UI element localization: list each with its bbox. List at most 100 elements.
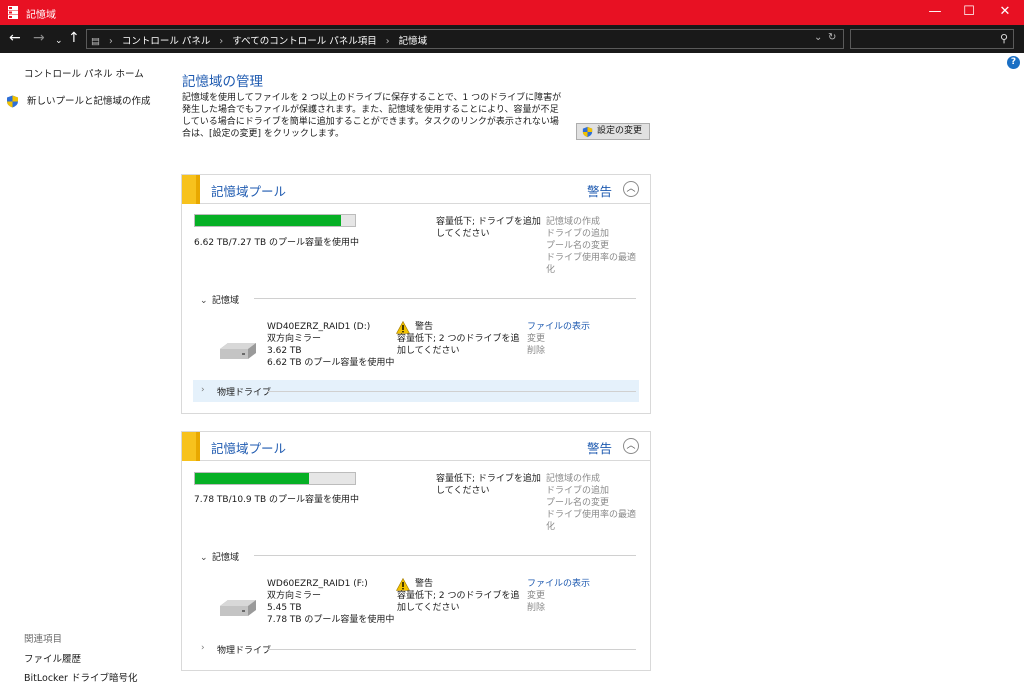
expand-chevron-icon: ⌄	[200, 553, 208, 563]
space-name: WD60EZRZ_RAID1 (F:)	[267, 579, 368, 589]
optimize-drive-usage-link[interactable]: ドライブ使用率の最適化	[546, 252, 636, 276]
search-input[interactable]: ⚲	[850, 29, 1014, 49]
help-icon[interactable]: ?	[1007, 56, 1020, 69]
storage-space-info: WD60EZRZ_RAID1 (F:) 双方向ミラー 5.45 TB 7.78 …	[267, 578, 394, 626]
physical-drives-row[interactable]: › 物理ドライブ	[193, 638, 639, 660]
maximize-button[interactable]: ☐	[952, 0, 986, 25]
pool-actions: 記憶域の作成 ドライブの追加 プール名の変更 ドライブ使用率の最適化	[546, 216, 636, 276]
file-history-link[interactable]: ファイル履歴	[24, 651, 81, 665]
change-settings-button[interactable]: 設定の変更	[576, 123, 650, 140]
space-usage: 7.78 TB のプール容量を使用中	[267, 615, 395, 625]
hard-drive-icon	[220, 600, 256, 616]
pool-usage-bar	[194, 472, 356, 485]
optimize-drive-usage-link[interactable]: ドライブ使用率の最適化	[546, 509, 636, 533]
hard-drive-icon	[220, 343, 256, 359]
physical-drives-row[interactable]: › 物理ドライブ	[193, 380, 639, 402]
storage-spaces-icon	[8, 6, 18, 19]
address-bar: ← → ⌄ ↑ ▤ › コントロール パネル › すべてのコントロール パネル項…	[0, 25, 1024, 53]
space-resiliency: 双方向ミラー	[267, 591, 322, 601]
back-arrow-icon[interactable]: ←	[9, 30, 21, 46]
spaces-section-header[interactable]: ⌄ 記憶域	[200, 550, 239, 563]
title-bar: 記憶域 — ☐ ✕	[0, 0, 1024, 25]
delete-space-link[interactable]: 削除	[527, 602, 590, 614]
create-space-link[interactable]: 記憶域の作成	[546, 473, 636, 485]
space-actions: ファイルの表示 変更 削除	[527, 321, 590, 357]
search-icon[interactable]: ⚲	[1000, 32, 1008, 45]
divider	[254, 555, 636, 556]
new-pool-label: 新しいプールと記憶域の作成	[27, 96, 151, 107]
space-status: 警告 容量低下; 2 つのドライブを追加してください	[397, 578, 527, 614]
uac-shield-icon	[582, 126, 593, 138]
breadcrumb-separator-icon: ›	[109, 36, 113, 47]
pool-status-stripe-edge	[196, 432, 200, 461]
collapse-chevron-icon[interactable]: ︿	[623, 181, 639, 197]
control-panel-home-link[interactable]: コントロール パネル ホーム	[24, 66, 144, 80]
bitlocker-link[interactable]: BitLocker ドライブ暗号化	[24, 670, 137, 684]
uac-shield-icon	[7, 95, 18, 108]
space-warning-text: 容量低下; 2 つのドライブを追加してください	[397, 334, 520, 356]
space-resiliency: 双方向ミラー	[267, 334, 322, 344]
close-button[interactable]: ✕	[988, 0, 1022, 25]
pool-header: 記憶域プール 警告 ︿	[182, 432, 650, 461]
forward-arrow-icon[interactable]: →	[33, 30, 45, 46]
space-usage: 6.62 TB のプール容量を使用中	[267, 358, 395, 368]
pool-usage-bar	[194, 214, 356, 227]
divider	[254, 298, 636, 299]
storage-space-info: WD40EZRZ_RAID1 (D:) 双方向ミラー 3.62 TB 6.62 …	[267, 321, 394, 369]
storage-pool-panel: 記憶域プール 警告 ︿ 7.78 TB/10.9 TB のプール容量を使用中 容…	[181, 431, 651, 671]
breadcrumb-control-panel[interactable]: コントロール パネル	[122, 36, 211, 47]
rename-pool-link[interactable]: プール名の変更	[546, 497, 636, 509]
view-files-link[interactable]: ファイルの表示	[527, 578, 590, 590]
address-dropdown-icon[interactable]: ⌄	[814, 32, 822, 43]
space-status: 警告 容量低下; 2 つのドライブを追加してください	[397, 321, 527, 357]
window-title: 記憶域	[26, 10, 56, 21]
new-pool-link[interactable]: 新しいプールと記憶域の作成	[6, 93, 151, 108]
refresh-icon[interactable]: ↻	[828, 32, 836, 43]
space-warning-label: 警告	[415, 579, 434, 589]
create-space-link[interactable]: 記憶域の作成	[546, 216, 636, 228]
add-drives-link[interactable]: ドライブの追加	[546, 485, 636, 497]
related-title: 関連項目	[24, 634, 63, 645]
breadcrumb-separator-icon: ›	[219, 36, 224, 47]
expand-chevron-icon: ›	[201, 385, 205, 395]
pool-warning-label: 警告	[587, 441, 613, 456]
delete-space-link[interactable]: 削除	[527, 345, 590, 357]
pool-title: 記憶域プール	[211, 184, 287, 199]
pool-status-text: 容量低下; ドライブを追加してください	[436, 217, 541, 239]
space-name: WD40EZRZ_RAID1 (D:)	[267, 322, 371, 332]
breadcrumb-all-items[interactable]: すべてのコントロール パネル項目	[232, 36, 376, 47]
page-description: 記憶域を使用してファイルを 2 つ以上のドライブに保存することで、1 つのドライ…	[182, 93, 562, 139]
rename-pool-link[interactable]: プール名の変更	[546, 240, 636, 252]
up-arrow-icon[interactable]: ↑	[68, 30, 80, 46]
page-title: 記憶域の管理	[182, 74, 263, 90]
breadcrumb-separator-icon: ›	[385, 36, 390, 47]
pool-status-stripe-edge	[196, 175, 200, 204]
collapse-chevron-icon[interactable]: ︿	[623, 438, 639, 454]
pool-title: 記憶域プール	[211, 441, 287, 456]
view-files-link[interactable]: ファイルの表示	[527, 321, 590, 333]
add-drives-link[interactable]: ドライブの追加	[546, 228, 636, 240]
pool-usage-text: 7.78 TB/10.9 TB のプール容量を使用中	[194, 495, 360, 505]
breadcrumb-storage-spaces[interactable]: 記憶域	[399, 36, 428, 47]
storage-pool-panel: 記憶域プール 警告 ︿ 6.62 TB/7.27 TB のプール容量を使用中 容…	[181, 174, 651, 414]
address-box[interactable]: ▤ › コントロール パネル › すべてのコントロール パネル項目 › 記憶域 …	[86, 29, 844, 49]
space-warning-label: 警告	[415, 322, 434, 332]
space-size: 3.62 TB	[267, 346, 302, 356]
expand-chevron-icon: ⌄	[200, 296, 208, 306]
pool-usage-text: 6.62 TB/7.27 TB のプール容量を使用中	[194, 238, 360, 248]
recent-locations-chevron-icon[interactable]: ⌄	[55, 33, 63, 49]
space-size: 5.45 TB	[267, 603, 302, 613]
space-warning-text: 容量低下; 2 つのドライブを追加してください	[397, 591, 520, 613]
spaces-section-header[interactable]: ⌄ 記憶域	[200, 293, 239, 306]
pool-usage-fill	[195, 473, 310, 484]
minimize-button[interactable]: —	[918, 0, 952, 25]
spaces-label: 記憶域	[212, 553, 240, 563]
physical-drives-label: 物理ドライブ	[217, 646, 272, 656]
space-actions: ファイルの表示 変更 削除	[527, 578, 590, 614]
pool-status-text: 容量低下; ドライブを追加してください	[436, 474, 541, 496]
pool-warning-label: 警告	[587, 184, 613, 199]
change-space-link[interactable]: 変更	[527, 590, 590, 602]
change-space-link[interactable]: 変更	[527, 333, 590, 345]
divider	[267, 391, 636, 392]
pool-header: 記憶域プール 警告 ︿	[182, 175, 650, 204]
